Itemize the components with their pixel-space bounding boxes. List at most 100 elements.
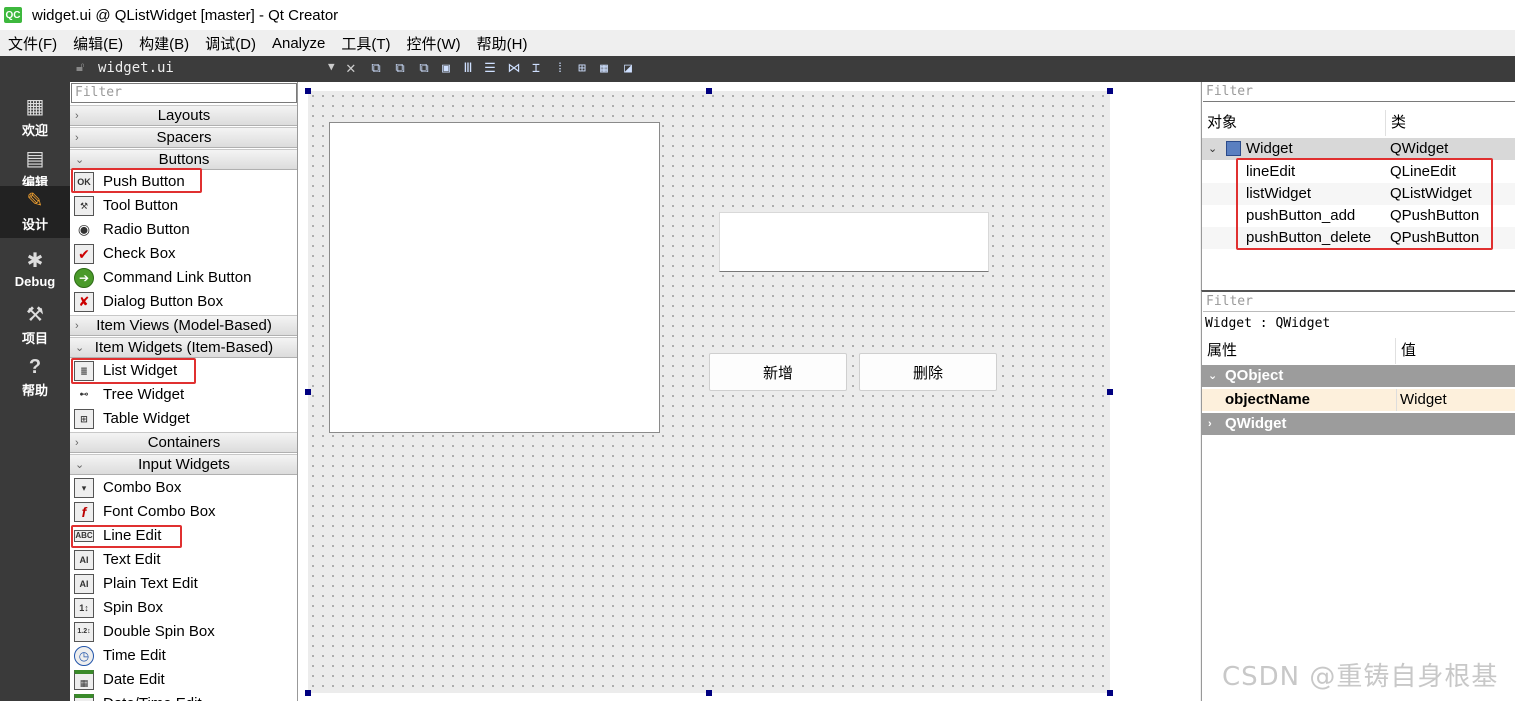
clock-icon: ◷ <box>74 646 94 666</box>
dialog-button-box-icon: ✘ <box>74 292 94 312</box>
column-header-value[interactable]: 值 <box>1396 338 1515 364</box>
widget-check-box[interactable]: ✔ Check Box <box>74 242 297 266</box>
resize-handle[interactable] <box>305 389 311 395</box>
check-box-icon: ✔ <box>74 244 94 264</box>
category-buttons[interactable]: ⌄ Buttons <box>70 149 297 170</box>
widget-label: Command Link Button <box>103 269 252 286</box>
layout-grid-icon[interactable]: ⊞ <box>574 61 590 77</box>
column-header-object[interactable]: 对象 <box>1202 110 1386 136</box>
category-item-views[interactable]: › Item Views (Model-Based) <box>70 315 297 336</box>
menu-debug[interactable]: 调试(D) <box>197 33 264 54</box>
widget-dialog-button-box[interactable]: ✘ Dialog Button Box <box>74 290 297 314</box>
mode-label: 项目 <box>21 331 48 346</box>
widget-box: Filter › Layouts › Spacers ⌄ Buttons OK Push… <box>70 82 298 701</box>
table-widget-icon: ⊞ <box>74 409 94 429</box>
widget-tool-button[interactable]: ⚒ Tool Button <box>74 194 297 218</box>
property-editor-filter-input[interactable]: Filter <box>1203 293 1515 312</box>
resize-handle[interactable] <box>305 690 311 696</box>
group-label: QObject <box>1225 367 1284 384</box>
widget-date-edit[interactable]: ▦ Date Edit <box>74 668 297 692</box>
group-qwidget[interactable]: › QWidget <box>1202 413 1515 435</box>
property-row-objectname[interactable]: objectName Widget <box>1202 389 1515 411</box>
resize-handle[interactable] <box>706 88 712 94</box>
form-widget[interactable]: 新增 删除 <box>308 91 1110 693</box>
widget-label: Tree Widget <box>103 386 185 403</box>
mode-design[interactable]: ✎ 设计 <box>0 186 70 238</box>
wrench-icon: ⚒ <box>26 304 44 326</box>
chevron-right-icon: › <box>75 132 79 144</box>
menu-tools[interactable]: 工具(T) <box>333 33 398 54</box>
category-input-widgets[interactable]: ⌄ Input Widgets <box>70 454 297 475</box>
push-button-add[interactable]: 新增 <box>709 353 847 391</box>
column-header-property[interactable]: 属性 <box>1202 338 1396 364</box>
edit-widgets-icon[interactable]: ⧉ <box>368 61 384 77</box>
widget-radio-button[interactable]: ◉ Radio Button <box>74 218 297 242</box>
widget-label: Tool Button <box>103 197 179 214</box>
widget-label: Double Spin Box <box>103 623 215 640</box>
category-spacers[interactable]: › Spacers <box>70 127 297 148</box>
widget-time-edit[interactable]: ◷ Time Edit <box>74 644 297 668</box>
layout-vertical-icon[interactable]: ☰ <box>482 61 498 77</box>
adjust-size-icon[interactable]: ◪ <box>620 61 636 77</box>
qt-creator-logo-icon: QC <box>4 7 22 23</box>
menu-file[interactable]: 文件(F) <box>0 33 65 54</box>
menu-edit[interactable]: 编辑(E) <box>65 33 131 54</box>
chevron-right-icon: › <box>1208 418 1212 430</box>
plain-text-edit-icon: AI <box>74 574 94 594</box>
break-layout-icon[interactable]: ▦ <box>596 61 612 77</box>
resize-handle[interactable] <box>1107 88 1113 94</box>
menu-widgets[interactable]: 控件(W) <box>399 33 469 54</box>
edit-signals-icon[interactable]: ⧉ <box>392 61 408 77</box>
category-item-widgets[interactable]: ⌄ Item Widgets (Item-Based) <box>70 337 297 358</box>
widget-plain-text-edit[interactable]: AI Plain Text Edit <box>74 572 297 596</box>
menu-help[interactable]: 帮助(H) <box>469 33 536 54</box>
mode-welcome[interactable]: ▦ 欢迎 <box>0 92 70 144</box>
widget-tree-widget[interactable]: ⊷ Tree Widget <box>74 383 297 407</box>
close-icon[interactable]: ✕ <box>346 58 356 77</box>
widget-combo-box[interactable]: ▾ Combo Box <box>74 476 297 500</box>
mode-help[interactable]: ? 帮助 <box>0 352 70 404</box>
push-button-delete[interactable]: 删除 <box>859 353 997 391</box>
spin-box-icon: 1↕ <box>74 598 94 618</box>
line-edit[interactable] <box>719 212 989 272</box>
list-widget[interactable] <box>329 122 660 433</box>
category-label: Layouts <box>157 107 211 124</box>
tree-row-root[interactable]: ⌄ Widget QWidget <box>1202 138 1515 160</box>
menu-analyze[interactable]: Analyze <box>264 35 333 52</box>
mode-projects[interactable]: ⚒ 项目 <box>0 300 70 352</box>
chevron-down-icon[interactable]: ▼ <box>328 60 335 73</box>
open-file-name[interactable]: widget.ui <box>98 60 174 76</box>
widget-command-link-button[interactable]: ➔ Command Link Button <box>74 266 297 290</box>
layout-splitter-v-icon[interactable]: ⌶ <box>528 61 544 77</box>
layout-splitter-h-icon[interactable]: ⋈ <box>506 61 522 77</box>
widget-spin-box[interactable]: 1↕ Spin Box <box>74 596 297 620</box>
widget-box-filter-input[interactable]: Filter <box>71 83 297 103</box>
tool-button-icon: ⚒ <box>74 196 94 216</box>
form-editor-canvas[interactable]: 新增 删除 <box>298 82 1200 701</box>
mode-debug[interactable]: ✱ Debug <box>0 246 70 298</box>
menu-build[interactable]: 构建(B) <box>131 33 197 54</box>
edit-tab-order-icon[interactable]: ▣ <box>438 61 454 77</box>
widget-table-widget[interactable]: ⊞ Table Widget <box>74 407 297 431</box>
object-inspector-filter-input[interactable]: Filter <box>1203 83 1515 102</box>
layout-horizontal-icon[interactable]: Ⅲ <box>460 61 476 77</box>
widget-label: Spin Box <box>103 599 164 616</box>
chevron-right-icon: › <box>75 320 79 332</box>
widget-font-combo-box[interactable]: f Font Combo Box <box>74 500 297 524</box>
widget-date-time-edit[interactable]: ▦ Date/Time Edit <box>74 692 297 701</box>
property-value[interactable]: Widget <box>1400 389 1447 411</box>
resize-handle[interactable] <box>305 88 311 94</box>
column-header-class[interactable]: 类 <box>1386 110 1515 136</box>
help-icon: ? <box>28 356 42 378</box>
resize-handle[interactable] <box>1107 389 1113 395</box>
mode-label: 欢迎 <box>21 123 48 138</box>
edit-buddies-icon[interactable]: ⧉ <box>416 61 432 77</box>
group-qobject[interactable]: ⌄ QObject <box>1202 365 1515 387</box>
widget-text-edit[interactable]: AI Text Edit <box>74 548 297 572</box>
resize-handle[interactable] <box>1107 690 1113 696</box>
category-containers[interactable]: › Containers <box>70 432 297 453</box>
widget-double-spin-box[interactable]: 1.2↕ Double Spin Box <box>74 620 297 644</box>
layout-form-icon[interactable]: ⁞ <box>552 61 568 77</box>
category-layouts[interactable]: › Layouts <box>70 105 297 126</box>
resize-handle[interactable] <box>706 690 712 696</box>
